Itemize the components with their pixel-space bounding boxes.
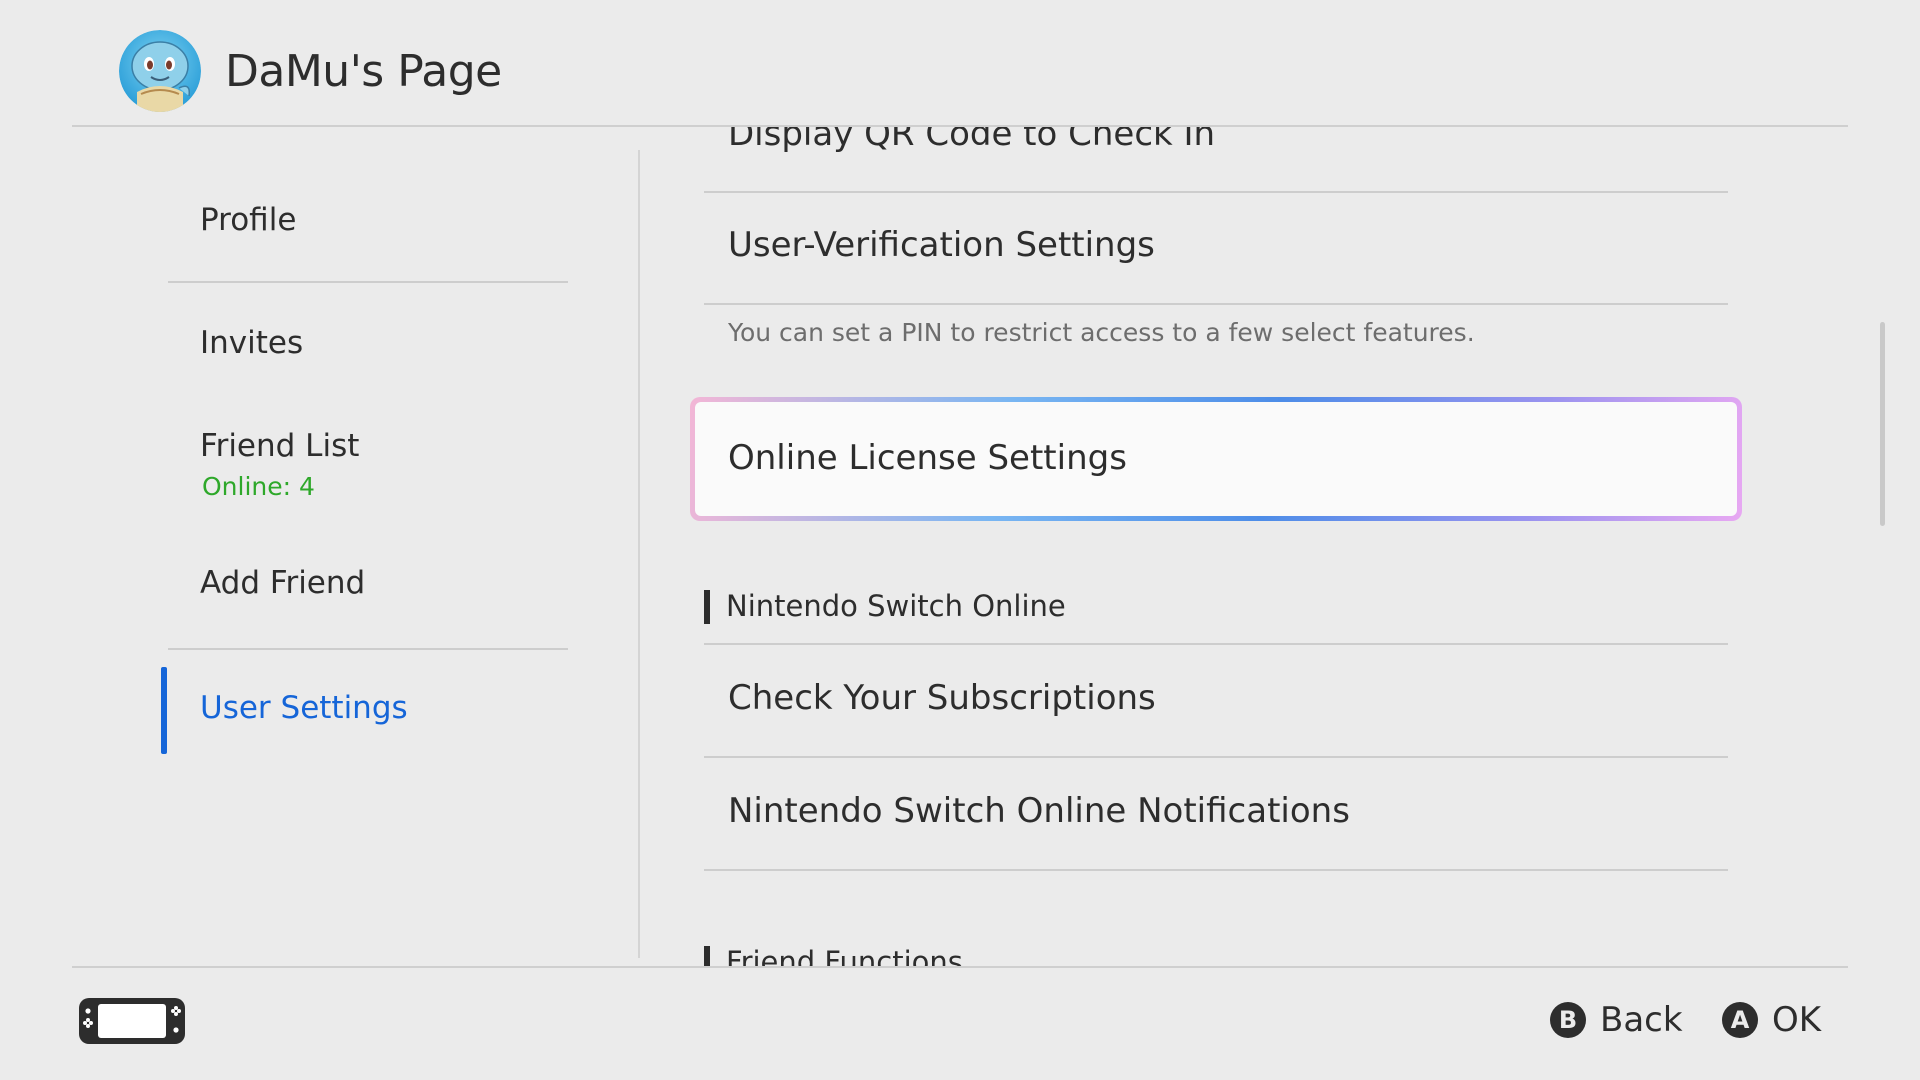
sidebar-item-invites[interactable]: Invites xyxy=(168,290,568,395)
back-label: Back xyxy=(1600,1000,1683,1040)
back-button[interactable]: B Back xyxy=(1550,1000,1683,1040)
user-verification-settings-label: User-Verification Settings xyxy=(728,225,1155,265)
page-title: DaMu's Page xyxy=(225,46,502,97)
online-license-settings-label: Online License Settings xyxy=(728,438,1127,478)
selected-indicator xyxy=(161,667,167,754)
focus-highlight: Online License Settings xyxy=(695,402,1737,516)
sidebar-item-label: User Settings xyxy=(200,690,408,726)
squirtle-avatar-icon[interactable] xyxy=(119,30,201,112)
section-header-bar xyxy=(704,590,710,624)
sidebar-item-user-settings[interactable]: User Settings xyxy=(168,667,568,754)
sidebar-item-label: Invites xyxy=(200,325,304,361)
check-your-subscriptions-item[interactable]: Check Your Subscriptions xyxy=(704,645,1728,757)
a-button-icon: A xyxy=(1722,1002,1758,1038)
nso-notifications-label: Nintendo Switch Online Notifications xyxy=(728,791,1350,831)
footer: B Back A OK xyxy=(72,966,1848,1080)
online-count-badge: Online: 4 xyxy=(202,472,315,501)
sidebar-item-label: Add Friend xyxy=(200,565,366,601)
user-verification-settings-item[interactable]: User-Verification Settings xyxy=(704,193,1728,303)
ok-label: OK xyxy=(1772,1000,1822,1040)
section-title: Nintendo Switch Online xyxy=(726,589,1066,623)
scrollbar-thumb[interactable] xyxy=(1880,322,1885,526)
sidebar-item-profile[interactable]: Profile xyxy=(168,177,568,282)
user-verification-description: You can set a PIN to restrict access to … xyxy=(728,318,1475,347)
sidebar-item-add-friend[interactable]: Add Friend xyxy=(168,545,568,650)
sidebar-item-label: Friend List xyxy=(200,428,360,464)
sidebar-vertical-divider xyxy=(638,150,640,958)
content-divider xyxy=(704,303,1728,305)
handheld-console-icon xyxy=(79,998,185,1044)
nso-notifications-item[interactable]: Nintendo Switch Online Notifications xyxy=(704,758,1728,870)
online-license-settings-item[interactable]: Online License Settings xyxy=(690,397,1742,521)
sidebar-item-label: Profile xyxy=(200,202,297,238)
check-your-subscriptions-label: Check Your Subscriptions xyxy=(728,678,1156,718)
content-divider xyxy=(704,869,1728,871)
page-header: DaMu's Page xyxy=(72,0,1848,127)
sidebar-divider xyxy=(168,281,568,283)
sidebar-item-friend-list[interactable]: Friend List Online: 4 xyxy=(168,410,568,525)
sidebar-divider xyxy=(168,648,568,650)
b-button-icon: B xyxy=(1550,1002,1586,1038)
ok-button[interactable]: A OK xyxy=(1722,1000,1821,1040)
